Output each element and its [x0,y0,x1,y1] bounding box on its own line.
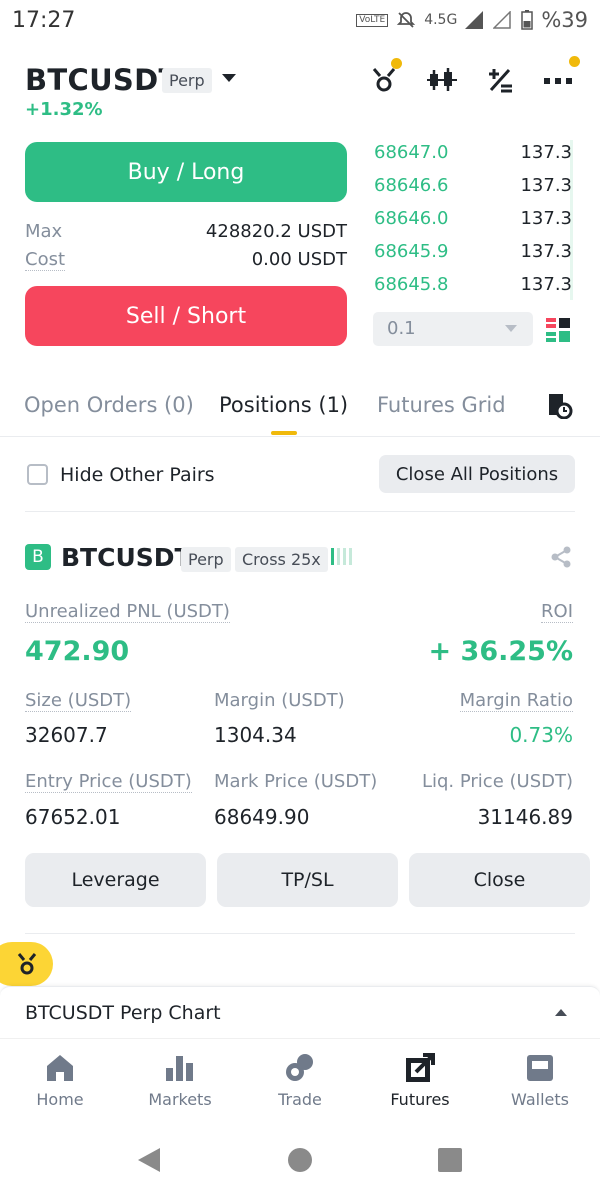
pair-symbol[interactable]: BTCUSDT [25,63,179,97]
trade-icon [286,1054,313,1081]
orderbook-qty: 137.3 [520,274,572,295]
margin-value: 1304.34 [214,723,297,747]
nav-wallets-label: Wallets [511,1090,569,1109]
tab-open-orders[interactable]: Open Orders (0) [24,393,194,417]
orderbook-price[interactable]: 68646.0 [374,208,448,229]
leverage-button[interactable]: Leverage [25,853,206,907]
margin-ratio-value: 0.73% [509,723,573,747]
liq-price-value: 31146.89 [477,805,573,829]
notification-dot [391,58,402,69]
orderbook-price[interactable]: 68645.8 [374,274,448,295]
sell-short-button[interactable]: Sell / Short [25,286,347,346]
position-contract-tag: Perp [181,547,231,572]
share-icon[interactable] [550,546,572,568]
close-all-positions-button[interactable]: Close All Positions [379,455,575,493]
rewards-fab[interactable] [0,942,53,986]
battery-icon [521,10,534,30]
cost-label[interactable]: Cost [25,249,66,271]
mark-price-label: Mark Price (USDT) [214,771,378,792]
mute-icon [397,12,416,28]
notification-dot [569,56,580,67]
price-change: +1.32% [25,99,103,120]
risk-level-icon [331,548,352,565]
gift-icon [17,953,36,975]
nav-wallets[interactable]: Wallets [480,1052,600,1109]
max-value: 428820.2 USDT [205,221,347,242]
volte-icon: VoLTE [356,13,389,27]
signal-empty-icon [493,11,512,29]
contract-tag: Perp [162,68,212,93]
margin-label: Margin (USDT) [214,690,345,711]
futures-icon [406,1053,435,1082]
nav-trade[interactable]: Trade [240,1052,360,1109]
orderbook-qty: 137.3 [520,208,572,229]
roi-value: + 36.25% [428,636,573,667]
tab-futures-grid[interactable]: Futures Grid [377,393,506,417]
calculator-icon[interactable] [482,64,518,96]
entry-price-value: 67652.01 [25,805,121,829]
orderbook-price[interactable]: 68646.6 [374,175,448,196]
roi-label[interactable]: ROI [541,601,573,623]
margin-ratio-label[interactable]: Margin Ratio [459,690,573,712]
status-icons: VoLTE 4.5G %39 [356,8,588,32]
entry-price-label[interactable]: Entry Price (USDT) [25,771,192,793]
active-tab-indicator [271,431,297,435]
home-button-icon[interactable] [287,1147,313,1173]
close-position-button[interactable]: Close [409,853,590,907]
markets-icon [166,1056,193,1081]
orderbook-price[interactable]: 68645.9 [374,241,448,262]
signal-icon [465,11,484,29]
cost-value: 0.00 USDT [251,249,347,270]
margin-mode-tag[interactable]: Cross 25x [235,547,328,572]
size-label[interactable]: Size (USDT) [25,690,132,712]
liq-price-label: Liq. Price (USDT) [421,771,573,792]
orderbook-price[interactable]: 68647.0 [374,142,448,163]
size-value: 32607.7 [25,723,108,747]
orderbook-qty: 137.3 [520,241,572,262]
unrealized-pnl-label[interactable]: Unrealized PNL (USDT) [25,601,230,623]
hide-other-pairs-checkbox[interactable] [27,464,48,485]
divider [25,933,575,934]
nav-markets[interactable]: Markets [120,1052,240,1109]
orderbook-qty: 137.3 [520,142,572,163]
gift-icon[interactable] [366,58,402,96]
back-icon[interactable] [136,1146,162,1174]
orderbook-layout-icon[interactable] [546,318,570,342]
home-icon [47,1055,73,1081]
tp-sl-button[interactable]: TP/SL [217,853,398,907]
more-icon[interactable] [540,56,580,96]
hide-other-pairs-label[interactable]: Hide Other Pairs [60,464,215,486]
nav-home-label: Home [36,1090,84,1109]
divider [25,511,575,512]
pair-dropdown-icon[interactable] [222,74,236,82]
mark-price-value: 68649.90 [214,805,310,829]
nav-trade-label: Trade [278,1090,322,1109]
nav-markets-label: Markets [148,1090,212,1109]
nav-futures[interactable]: Futures [360,1052,480,1109]
max-label: Max [25,221,63,242]
candlestick-icon[interactable] [424,64,460,96]
nav-futures-label: Futures [390,1090,450,1109]
tabs-divider [0,436,600,437]
side-badge: B [25,544,51,570]
order-history-icon[interactable] [547,393,573,420]
battery-percent: %39 [541,8,588,32]
tab-positions[interactable]: Positions (1) [219,393,348,417]
position-symbol[interactable]: BTCUSDT [61,543,192,572]
network-type: 4.5G [424,12,458,28]
status-bar: 17:27 VoLTE 4.5G %39 [0,0,600,44]
wallet-icon [527,1055,553,1081]
chart-drawer-label[interactable]: BTCUSDT Perp Chart [25,1002,221,1024]
status-time: 17:27 [12,8,76,33]
nav-home[interactable]: Home [0,1052,120,1109]
recents-icon[interactable] [437,1147,463,1173]
unrealized-pnl-value: 472.90 [25,636,130,667]
buy-long-button[interactable]: Buy / Long [25,142,347,202]
chevron-up-icon[interactable] [555,1009,567,1016]
chevron-down-icon [505,325,517,332]
orderbook-qty: 137.3 [520,175,572,196]
precision-value: 0.1 [387,318,416,339]
